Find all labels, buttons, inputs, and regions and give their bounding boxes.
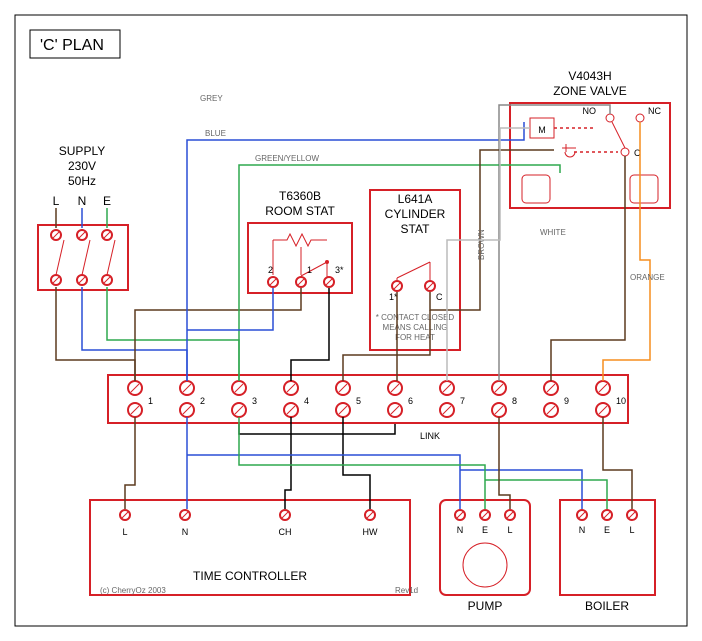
svg-text:N: N bbox=[182, 527, 189, 537]
svg-text:L: L bbox=[507, 525, 512, 535]
svg-text:ROOM STAT: ROOM STAT bbox=[265, 204, 335, 218]
pump-box: N E L PUMP bbox=[440, 500, 530, 613]
supply-freq: 50Hz bbox=[68, 174, 96, 188]
supply-label: SUPPLY bbox=[59, 144, 105, 158]
svg-text:PUMP: PUMP bbox=[468, 599, 503, 613]
svg-text:ZONE VALVE: ZONE VALVE bbox=[553, 84, 627, 98]
supply-box bbox=[38, 225, 128, 290]
svg-text:GREEN/YELLOW: GREEN/YELLOW bbox=[255, 154, 319, 163]
svg-text:3*: 3* bbox=[335, 265, 344, 275]
zone-valve-box: M NO NC C bbox=[510, 103, 670, 208]
svg-text:1: 1 bbox=[307, 265, 312, 275]
svg-text:8: 8 bbox=[512, 396, 517, 406]
svg-text:GREY: GREY bbox=[200, 94, 223, 103]
svg-text:C: C bbox=[436, 292, 443, 302]
svg-text:6: 6 bbox=[408, 396, 413, 406]
svg-text:5: 5 bbox=[356, 396, 361, 406]
boiler-box: N E L BOILER bbox=[560, 500, 655, 613]
svg-text:LINK: LINK bbox=[420, 431, 440, 441]
svg-text:N: N bbox=[579, 525, 586, 535]
svg-text:E: E bbox=[604, 525, 610, 535]
svg-text:10: 10 bbox=[616, 396, 626, 406]
svg-text:MEANS CALLING: MEANS CALLING bbox=[383, 323, 448, 332]
svg-text:CYLINDER: CYLINDER bbox=[385, 207, 446, 221]
svg-text:L641A: L641A bbox=[398, 192, 433, 206]
svg-text:E: E bbox=[482, 525, 488, 535]
svg-text:T6360B: T6360B bbox=[279, 189, 321, 203]
svg-text:M: M bbox=[538, 125, 546, 135]
svg-text:(c) CherryOz 2003: (c) CherryOz 2003 bbox=[100, 586, 166, 595]
junction-terminals: 1 2 3 4 5 6 7 8 9 10 bbox=[128, 381, 626, 417]
svg-text:L: L bbox=[629, 525, 634, 535]
svg-text:E: E bbox=[103, 194, 111, 208]
svg-text:N: N bbox=[457, 525, 464, 535]
supply-voltage: 230V bbox=[68, 159, 96, 173]
svg-text:V4043H: V4043H bbox=[568, 69, 611, 83]
svg-text:ORANGE: ORANGE bbox=[630, 273, 665, 282]
svg-text:NC: NC bbox=[648, 106, 661, 116]
svg-text:7: 7 bbox=[460, 396, 465, 406]
svg-text:BOILER: BOILER bbox=[585, 599, 629, 613]
svg-text:L: L bbox=[122, 527, 127, 537]
svg-text:HW: HW bbox=[363, 527, 378, 537]
svg-text:STAT: STAT bbox=[401, 222, 431, 236]
diagram-title: 'C' PLAN bbox=[40, 37, 104, 54]
svg-text:Rev1d: Rev1d bbox=[395, 586, 418, 595]
svg-text:9: 9 bbox=[564, 396, 569, 406]
svg-text:TIME CONTROLLER: TIME CONTROLLER bbox=[193, 569, 307, 583]
svg-text:2: 2 bbox=[268, 265, 273, 275]
svg-text:N: N bbox=[78, 194, 87, 208]
roomstat-box: 2 1 3* bbox=[248, 223, 352, 293]
junction-link bbox=[239, 424, 395, 434]
time-controller-box: L N CH HW TIME CONTROLLER bbox=[90, 500, 410, 595]
svg-text:BLUE: BLUE bbox=[205, 129, 226, 138]
svg-text:WHITE: WHITE bbox=[540, 228, 566, 237]
svg-text:FOR HEAT: FOR HEAT bbox=[395, 333, 435, 342]
svg-text:* CONTACT CLOSED: * CONTACT CLOSED bbox=[376, 313, 455, 322]
svg-text:BROWN: BROWN bbox=[477, 229, 486, 260]
svg-text:2: 2 bbox=[200, 396, 205, 406]
svg-text:3: 3 bbox=[252, 396, 257, 406]
svg-text:CH: CH bbox=[279, 527, 292, 537]
svg-text:4: 4 bbox=[304, 396, 309, 406]
svg-text:NO: NO bbox=[583, 106, 597, 116]
svg-text:L: L bbox=[53, 194, 60, 208]
svg-text:1: 1 bbox=[148, 396, 153, 406]
wiring-diagram: 'C' PLAN SUPPLY 230V 50Hz L N E T6360B R… bbox=[0, 0, 702, 641]
